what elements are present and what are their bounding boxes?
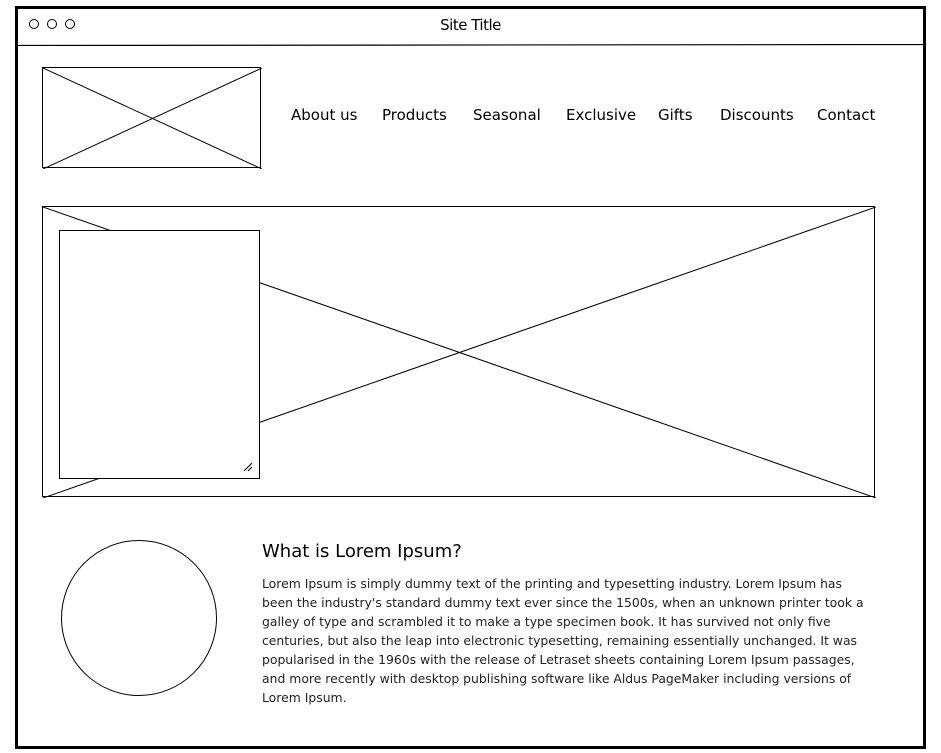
nav-item-contact[interactable]: Contact bbox=[817, 106, 875, 124]
nav-item-products[interactable]: Products bbox=[382, 106, 447, 124]
window-titlebar: Site Title bbox=[18, 9, 923, 46]
page-root: Site Title About us Products Seasonal Ex… bbox=[0, 0, 941, 753]
image-placeholder-icon bbox=[43, 68, 262, 169]
titlebar-divider bbox=[18, 44, 923, 46]
nav-item-gifts[interactable]: Gifts bbox=[658, 106, 693, 124]
nav-item-about-us[interactable]: About us bbox=[291, 106, 357, 124]
site-title: Site Title bbox=[440, 16, 501, 34]
browser-window: Site Title About us Products Seasonal Ex… bbox=[15, 6, 926, 749]
nav-item-seasonal[interactable]: Seasonal bbox=[473, 106, 541, 124]
hero-textarea[interactable] bbox=[59, 230, 260, 479]
article-heading: What is Lorem Ipsum? bbox=[262, 541, 462, 562]
logo-image-placeholder[interactable] bbox=[42, 67, 262, 169]
article-body: Lorem Ipsum is simply dummy text of the … bbox=[262, 576, 864, 705]
resize-grip-icon[interactable] bbox=[243, 462, 252, 471]
nav-item-discounts[interactable]: Discounts bbox=[720, 106, 794, 124]
avatar-circle-placeholder bbox=[61, 540, 217, 696]
nav-item-exclusive[interactable]: Exclusive bbox=[566, 106, 636, 124]
